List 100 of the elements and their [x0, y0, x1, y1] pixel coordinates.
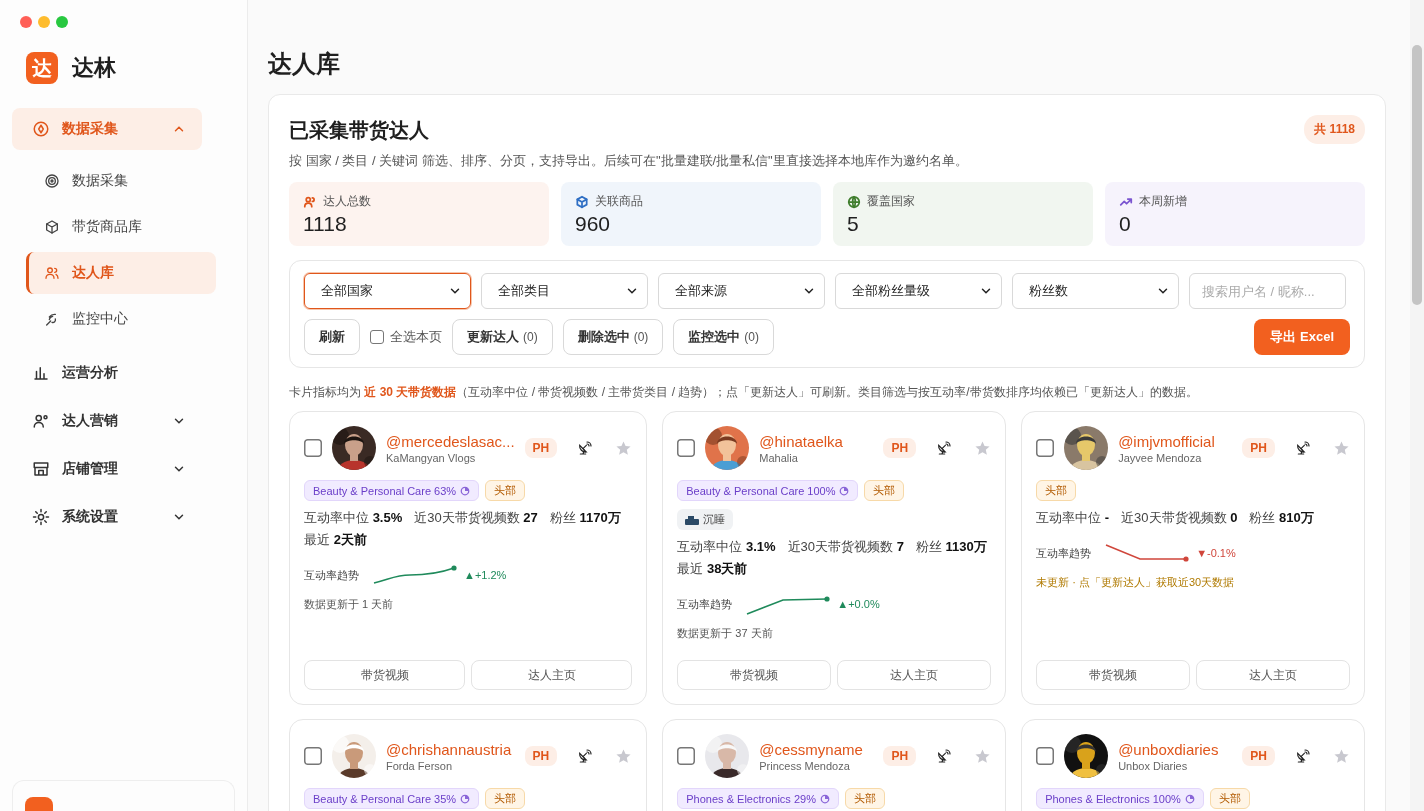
app-name: 达林 — [72, 54, 116, 82]
tier-tag: 头部 — [844, 788, 885, 809]
trend-change: ▲+1.2% — [464, 569, 507, 581]
filter-select[interactable]: 全部类目 — [481, 273, 648, 309]
country-badge: PH — [1242, 438, 1275, 458]
search-field[interactable]: 搜索用户名 / 昵称... — [1189, 273, 1346, 309]
creator-name: Jayvee Mendoza — [1118, 451, 1203, 464]
nav-subitem[interactable]: 带货商品库 — [26, 206, 216, 248]
satellite-dish-icon[interactable] — [1295, 440, 1311, 456]
card-button[interactable]: 达人主页 — [471, 660, 633, 690]
nav-subitem[interactable]: 监控中心 — [26, 298, 216, 340]
nav-icon — [32, 120, 50, 138]
stat-label: 本周新增 — [1139, 193, 1187, 210]
stat-value: 1118 — [303, 212, 348, 236]
app-logo: 达 — [26, 52, 58, 84]
category-tag: Phones & Electronics 100% — [1036, 788, 1204, 809]
satellite-dish-icon[interactable] — [577, 748, 594, 764]
checkbox[interactable] — [677, 747, 696, 765]
card-button[interactable]: 达人主页 — [837, 660, 992, 690]
tier-tag: 头部 — [864, 480, 905, 501]
panel-subtitle: 按 国家 / 类目 / 关键词 筛选、排序、分页，支持导出。后续可在"批量建联/批量私信"里直接选择本地库作为邀约名单。 — [289, 152, 968, 170]
creator-stat: 最近 38天前 — [677, 560, 748, 578]
trend-label: 互动率趋势 — [304, 567, 360, 583]
creator-stat: 互动率中位 - — [1036, 509, 1110, 527]
filter-select[interactable]: 全部粉丝量级 — [835, 273, 1002, 309]
card-button[interactable]: 带货视频 — [1036, 660, 1191, 690]
creator-stat: 最近 2天前 — [304, 531, 367, 549]
star-icon[interactable] — [615, 747, 633, 765]
creator-name: Forda Ferson — [386, 759, 454, 772]
satellite-dish-icon[interactable] — [577, 440, 594, 456]
status-tag: 沉睡 — [677, 509, 734, 530]
country-badge: PH — [524, 746, 558, 766]
nav-item[interactable]: 达人营销 — [12, 400, 202, 442]
trend-change: ▲+0.0% — [837, 598, 880, 610]
nav-icon — [44, 265, 60, 281]
card-button[interactable]: 达人主页 — [1196, 660, 1350, 690]
action-button[interactable]: 更新达人 (0) — [452, 319, 553, 355]
stat-label: 关联商品 — [595, 193, 643, 210]
satellite-dish-icon[interactable] — [936, 440, 953, 456]
pie-icon — [839, 485, 850, 496]
checkbox[interactable] — [304, 747, 322, 765]
star-icon[interactable] — [1333, 747, 1350, 765]
category-tag: Phones & Electronics 29% — [677, 788, 839, 809]
star-icon[interactable] — [974, 747, 992, 765]
star-icon[interactable] — [974, 439, 992, 457]
nav-subitem[interactable]: 数据采集 — [26, 160, 216, 202]
star-icon[interactable] — [1333, 439, 1350, 457]
checkbox[interactable] — [677, 439, 696, 457]
nav-icon — [32, 412, 50, 430]
satellite-dish-icon[interactable] — [1295, 748, 1311, 764]
creator-handle[interactable]: @chrishannaustria — [386, 740, 515, 758]
creator-stat: 互动率中位 3.1% — [677, 538, 776, 556]
creator-handle[interactable]: @imjvmofficial — [1118, 432, 1233, 450]
action-button[interactable]: 删除选中 (0) — [562, 319, 664, 355]
nav-item[interactable]: 系统设置 — [12, 496, 202, 538]
card-button[interactable]: 带货视频 — [304, 660, 466, 690]
star-icon[interactable] — [615, 439, 633, 457]
refresh-button[interactable]: 刷新 — [304, 319, 360, 355]
update-note: 数据更新于 37 天前 — [677, 626, 774, 641]
scrollbar[interactable] — [1410, 0, 1424, 811]
pie-icon — [1184, 793, 1195, 804]
filter-select[interactable]: 全部来源 — [658, 273, 825, 309]
creator-stat: 粉丝 1130万 — [915, 538, 987, 556]
nav-icon — [44, 219, 60, 235]
country-badge: PH — [883, 438, 917, 458]
nav-item[interactable]: 店铺管理 — [12, 448, 202, 490]
nav-item[interactable]: 运营分析 — [12, 352, 202, 394]
user-avatar — [25, 797, 53, 811]
pie-icon — [819, 793, 830, 804]
filter-select[interactable]: 粉丝数 — [1012, 273, 1179, 309]
creator-stat: 近30天带货视频数 0 — [1121, 509, 1238, 527]
trend-label: 互动率趋势 — [677, 596, 734, 612]
stat-label: 覆盖国家 — [867, 193, 915, 210]
action-button[interactable]: 监控选中 (0) — [673, 319, 774, 355]
creator-handle[interactable]: @mercedeslasac... — [386, 432, 515, 450]
creator-stat: 近30天带货视频数 27 — [414, 509, 538, 527]
creator-handle[interactable]: @hinataelka — [759, 432, 874, 450]
checkbox[interactable] — [1036, 747, 1055, 765]
card-button[interactable]: 带货视频 — [677, 660, 832, 690]
satellite-dish-icon[interactable] — [936, 748, 953, 764]
stat-value: 960 — [575, 212, 612, 236]
filter-select[interactable]: 全部国家 — [304, 273, 471, 309]
creator-stat: 互动率中位 3.5% — [304, 509, 403, 527]
checkbox[interactable] — [304, 439, 322, 457]
select-all-checkbox[interactable]: 全选本页 — [370, 328, 442, 346]
category-tag: Beauty & Personal Care 63% — [304, 480, 480, 501]
stat-value: 0 — [1119, 212, 1132, 236]
nav-icon — [32, 364, 50, 382]
window-control[interactable] — [20, 16, 32, 28]
creator-handle[interactable]: @unboxdiaries — [1118, 740, 1233, 758]
creator-name: KaMangyan Vlogs — [386, 451, 477, 464]
creator-handle[interactable]: @cessmyname — [759, 740, 874, 758]
panel-title: 已采集带货达人 — [289, 118, 430, 143]
tier-tag: 头部 — [485, 480, 526, 501]
category-tag: Beauty & Personal Care 100% — [677, 480, 859, 501]
checkbox[interactable] — [1036, 439, 1055, 457]
user-card[interactable] — [12, 780, 235, 811]
update-note: 未更新 · 点「更新达人」获取近30天数据 — [1036, 575, 1236, 590]
update-note: 数据更新于 1 天前 — [304, 597, 395, 612]
nav-icon — [44, 173, 60, 189]
